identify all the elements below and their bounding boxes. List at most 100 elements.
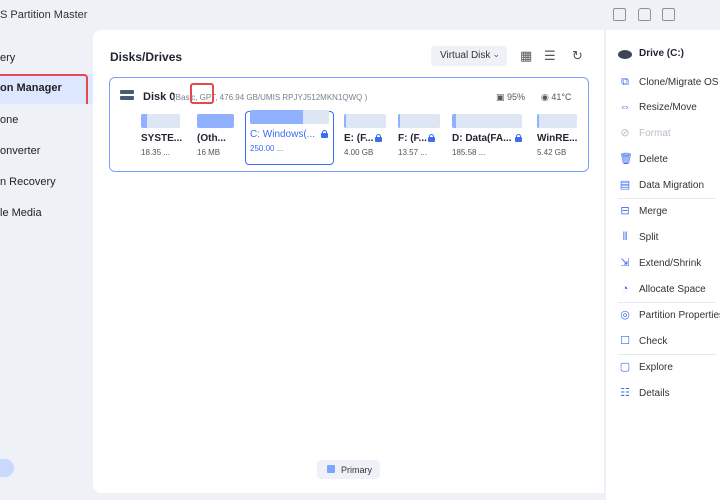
partition[interactable]: D: Data(FA... 185.58 ... <box>452 114 526 164</box>
sidebar-toggle[interactable] <box>0 459 14 477</box>
action-label: Extend/Shrink <box>639 258 702 269</box>
partition[interactable]: C: Windows(... 250.00 ... <box>250 110 330 160</box>
lock-icon <box>375 134 382 142</box>
action-split[interactable]: ⫴ Split <box>618 229 720 247</box>
drive-icon <box>618 50 632 59</box>
refresh-icon[interactable]: ↻ <box>572 49 583 63</box>
sidebar-item-bootable-media[interactable]: le Media <box>0 199 93 229</box>
disk-icon <box>120 90 134 100</box>
highlight-box <box>0 74 88 104</box>
action-allocate-space[interactable]: ◔ Allocate Space <box>618 281 720 299</box>
partition[interactable]: WinRE... 5.42 GB <box>537 114 579 164</box>
partition-size: 4.00 GB <box>344 148 374 157</box>
divider <box>618 302 716 303</box>
action-resize-move[interactable]: ⇔ Resize/Move <box>618 99 720 117</box>
health-icon: ▣ <box>496 92 505 102</box>
action-label: Partition Properties <box>639 310 720 321</box>
action-label: Data Migration <box>639 180 705 191</box>
check-icon: ☐ <box>620 335 630 347</box>
resize-icon: ⇔ <box>619 101 631 113</box>
partition-size: 5.42 GB <box>537 148 567 157</box>
partition-size: 185.58 ... <box>452 148 486 157</box>
merge-icon: ⊟ <box>620 205 630 217</box>
action-data-migration[interactable]: ▤ Data Migration <box>618 177 720 195</box>
title-bar: S Partition Master <box>0 0 720 30</box>
health-value: 95% <box>507 92 526 102</box>
app-title: S Partition Master <box>0 9 88 21</box>
action-format[interactable]: ⊘ Format <box>618 125 720 143</box>
disk-card[interactable]: Disk 0 (Basic, GPT, 476.94 GB/UMIS RPJYJ… <box>109 77 589 172</box>
partition[interactable]: SYSTE... 18.35 ... <box>141 114 183 164</box>
sidebar-item-converter[interactable]: onverter <box>0 137 93 167</box>
partition-size: 250.00 ... <box>250 144 284 153</box>
extend-icon: ⇲ <box>620 257 630 269</box>
details-icon: ☷ <box>620 387 630 399</box>
disk-health: ▣ 95% <box>496 92 525 103</box>
action-label: Split <box>639 232 659 243</box>
temperature-icon: ◉ <box>541 92 549 102</box>
drive-label: Drive (C:) <box>639 48 685 59</box>
divider <box>618 354 716 355</box>
partition-bar <box>197 114 234 128</box>
action-label: Resize/Move <box>639 102 697 113</box>
sidebar-item-recovery-2[interactable]: n Recovery <box>0 168 93 198</box>
action-clone-migrate-os[interactable]: ⧉ Clone/Migrate OS <box>618 74 720 92</box>
partition-fill <box>452 114 457 128</box>
action-extend-shrink[interactable]: ⇲ Extend/Shrink <box>618 255 720 273</box>
page-title: Disks/Drives <box>110 50 183 64</box>
gpt-highlight-box <box>190 83 214 104</box>
virtual-disk-dropdown[interactable]: Virtual Disk ⌄ <box>431 46 507 66</box>
sidebar-item-label: n Recovery <box>0 176 56 188</box>
partition-fill <box>398 114 400 128</box>
shirt-icon[interactable] <box>638 8 651 21</box>
sidebar-item-partition-manager[interactable]: on Manager <box>0 74 93 104</box>
partition-fill <box>344 114 346 128</box>
feedback-icon[interactable] <box>613 8 626 21</box>
action-label: Allocate Space <box>639 284 706 295</box>
partition-size: 18.35 ... <box>141 148 170 157</box>
explore-icon: ▢ <box>619 361 631 373</box>
list-view-icon[interactable]: ☰ <box>544 49 556 63</box>
data-migration-icon: ▤ <box>619 179 631 191</box>
sidebar-item-clone[interactable]: one <box>0 106 93 136</box>
video-icon[interactable] <box>662 8 675 21</box>
allocate-icon: ◔ <box>621 283 629 295</box>
partition[interactable]: F: (F... 13.57 ... <box>398 114 442 164</box>
action-check[interactable]: ☐ Check <box>618 333 720 351</box>
format-icon: ⊘ <box>620 127 630 139</box>
partition[interactable]: (Oth... 16 MB <box>197 114 237 164</box>
legend: Primary <box>317 460 380 479</box>
sidebar-item-label: onverter <box>0 145 41 157</box>
partition-fill <box>197 114 234 128</box>
sidebar: ery on Manager one onverter n Recovery l… <box>0 30 93 500</box>
main-panel: Disks/Drives Virtual Disk ⌄ ▦ ☰ ↻ Disk 0… <box>93 30 604 493</box>
partition-name: D: Data(FA... <box>452 133 512 144</box>
action-explore[interactable]: ▢ Explore <box>618 359 720 377</box>
action-label: Format <box>639 128 671 139</box>
grid-view-icon[interactable]: ▦ <box>520 49 532 63</box>
partition-bar <box>250 110 329 124</box>
action-label: Clone/Migrate OS <box>639 77 719 88</box>
sidebar-item-recovery[interactable]: ery <box>0 44 93 74</box>
lock-icon <box>515 134 522 142</box>
action-label: Explore <box>639 362 673 373</box>
action-details[interactable]: ☷ Details <box>618 385 720 403</box>
action-merge[interactable]: ⊟ Merge <box>618 203 720 221</box>
virtual-disk-label: Virtual Disk <box>440 50 491 61</box>
clone-icon: ⧉ <box>621 76 629 88</box>
actions-panel: Drive (C:) ⧉ Clone/Migrate OS ⇔ Resize/M… <box>606 30 720 500</box>
partition-bar <box>537 114 577 128</box>
partition-size: 13.57 ... <box>398 148 427 157</box>
partition-fill <box>537 114 540 128</box>
action-partition-properties[interactable]: ◎ Partition Properties <box>618 307 720 325</box>
action-delete[interactable]: 🗑 Delete <box>618 151 720 169</box>
temperature-value: 41°C <box>551 92 572 102</box>
partition-name: (Oth... <box>197 133 226 144</box>
legend-label: Primary <box>341 465 372 475</box>
partition-size: 16 MB <box>197 148 221 157</box>
trash-icon: 🗑 <box>619 153 633 165</box>
partition-bar <box>452 114 522 128</box>
partition-name: E: (F... <box>344 133 374 144</box>
partition[interactable]: E: (F... 4.00 GB <box>344 114 388 164</box>
lock-icon <box>428 134 435 142</box>
